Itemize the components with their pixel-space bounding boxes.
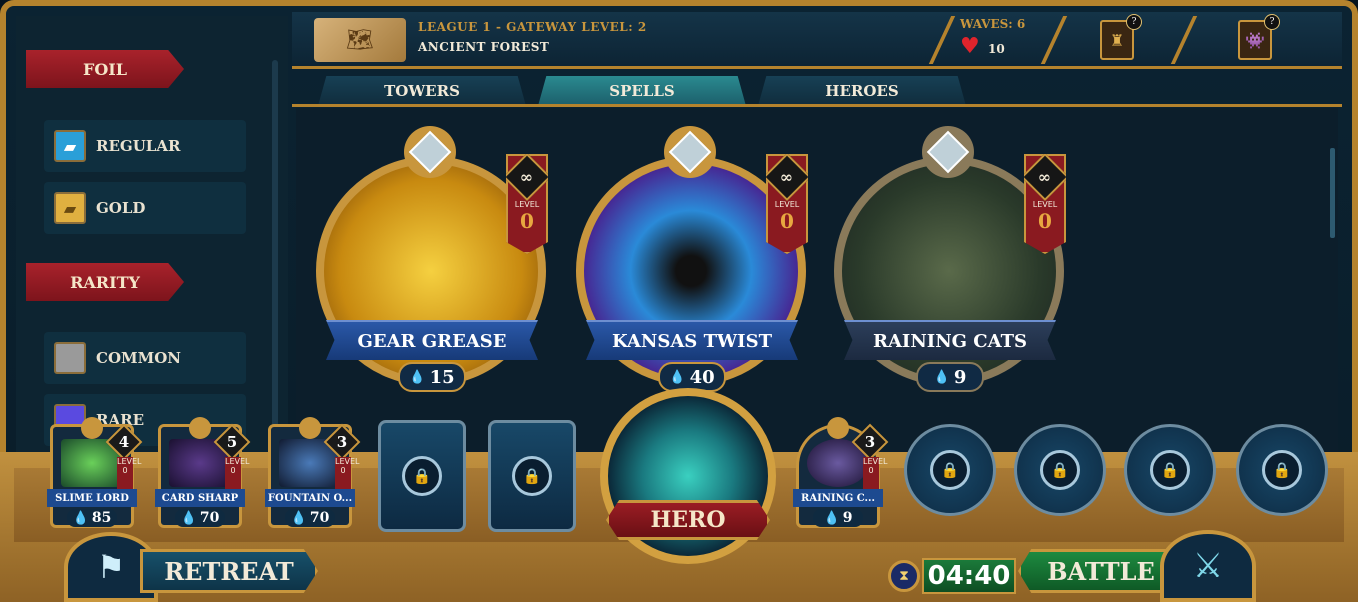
infinity-icon: ∞: [506, 154, 548, 202]
card-cost: 💧 70: [285, 509, 335, 527]
league-label: LEAGUE 1 - GATEWAY LEVEL: 2: [418, 20, 647, 34]
map-scroll-icon[interactable]: 🗺: [314, 18, 406, 62]
spell-cost: 💧 15: [398, 362, 466, 392]
lock-icon: 🔒: [402, 456, 442, 496]
help-badge-icon: ?: [1264, 14, 1280, 30]
level-badge: LEVEL 0: [225, 457, 250, 491]
level-badge: LEVEL 0: [863, 457, 888, 491]
level-badge: ∞ LEVEL 0: [1024, 154, 1066, 254]
level-badge: ∞ LEVEL 0: [766, 154, 808, 254]
locked-spell-slot[interactable]: 🔒: [1124, 424, 1216, 516]
filter-gold[interactable]: ▰ GOLD: [44, 182, 246, 234]
common-swatch-icon: [54, 342, 86, 374]
lock-icon: 🔒: [1262, 450, 1302, 490]
mana-drop-icon: 💧: [409, 369, 426, 385]
filter-regular-label: REGULAR: [96, 137, 181, 155]
deck-card-slime-lord[interactable]: 4 LEVEL 0 SLIME LORD 💧 85: [47, 417, 143, 528]
rarity-heading: RARITY: [26, 263, 184, 301]
card-cost: 💧 70: [175, 509, 225, 527]
diamond-gem-icon: [664, 126, 716, 178]
level-badge: ∞ LEVEL 0: [506, 154, 548, 254]
spell-name: GEAR GREASE: [326, 320, 538, 360]
filter-common[interactable]: COMMON: [44, 332, 246, 384]
infinity-icon: ∞: [766, 154, 808, 202]
tab-underline: [292, 104, 1342, 107]
card-name: FOUNTAIN O...: [265, 489, 355, 507]
lives-count: 10: [988, 42, 1005, 56]
level-badge: LEVEL 0: [117, 457, 142, 491]
tab-spells[interactable]: SPELLS: [538, 76, 746, 106]
gold-foil-icon: ▰: [54, 192, 86, 224]
enemy-info-button[interactable]: 👾?: [1238, 14, 1280, 60]
mana-drop-icon: 💧: [933, 369, 950, 385]
spell-name: RAINING CATS: [844, 320, 1056, 360]
header-divider: [1040, 16, 1068, 64]
lock-icon: 🔒: [1150, 450, 1190, 490]
spell-cost: 💧 9: [916, 362, 984, 392]
level-badge: LEVEL 0: [335, 457, 360, 491]
diamond-gem-icon: [189, 417, 211, 439]
level-header: 🗺 LEAGUE 1 - GATEWAY LEVEL: 2 ANCIENT FO…: [292, 12, 1342, 69]
diamond-gem-icon: [922, 126, 974, 178]
locked-slot[interactable]: 🔒: [378, 420, 466, 532]
countdown-timer: 04:40: [922, 558, 1016, 594]
hero-button[interactable]: HERO: [606, 500, 770, 540]
spell-name: KANSAS TWIST: [586, 320, 798, 360]
hourglass-icon: ⧗: [888, 560, 920, 592]
diamond-gem-icon: [827, 417, 849, 439]
heart-icon: ♥: [960, 34, 980, 59]
filter-common-label: COMMON: [96, 349, 181, 367]
card-name: CARD SHARP: [155, 489, 245, 507]
header-divider: [1170, 16, 1198, 64]
locked-spell-slot[interactable]: 🔒: [1236, 424, 1328, 516]
card-name: RAINING C...: [793, 489, 883, 507]
locked-slot[interactable]: 🔒: [488, 420, 576, 532]
deck-card-fountain[interactable]: 3 LEVEL 0 FOUNTAIN O... 💧 70: [265, 417, 361, 528]
lock-icon: 🔒: [930, 450, 970, 490]
filter-regular[interactable]: ▰ REGULAR: [44, 120, 246, 172]
card-name: SLIME LORD: [47, 489, 137, 507]
lock-icon: 🔒: [1040, 450, 1080, 490]
help-badge-icon: ?: [1126, 14, 1142, 30]
diamond-gem-icon: [404, 126, 456, 178]
location-label: ANCIENT FOREST: [418, 40, 550, 54]
spell-card-raining-cats[interactable]: ∞ LEVEL 0 RAINING CATS 💧 9: [830, 126, 1070, 396]
spell-grid-scrollbar[interactable]: [1330, 148, 1335, 238]
tower-info-button[interactable]: ♜?: [1100, 14, 1142, 60]
lock-icon: 🔒: [512, 456, 552, 496]
waves-label: WAVES: 6: [960, 17, 1026, 31]
deck-card-card-sharp[interactable]: 5 LEVEL 0 CARD SHARP 💧 70: [155, 417, 251, 528]
locked-spell-slot[interactable]: 🔒: [904, 424, 996, 516]
retreat-button[interactable]: RETREAT: [140, 549, 318, 593]
mana-drop-icon: 💧: [669, 369, 686, 385]
locked-spell-slot[interactable]: 🔒: [1014, 424, 1106, 516]
card-cost: 💧 85: [67, 509, 117, 527]
header-divider: [928, 16, 956, 64]
diamond-gem-icon: [299, 417, 321, 439]
spell-card-gear-grease[interactable]: ∞ LEVEL 0 GEAR GREASE 💧 15: [312, 126, 552, 396]
diamond-gem-icon: [81, 417, 103, 439]
foil-heading: FOIL: [26, 50, 184, 88]
filter-gold-label: GOLD: [96, 199, 146, 217]
crossed-swords-icon[interactable]: ⚔: [1160, 530, 1256, 602]
filter-sidebar: FOIL ▰ REGULAR ▰ GOLD RARITY COMMON RARE: [16, 16, 288, 456]
tab-heroes[interactable]: HEROES: [758, 76, 966, 106]
infinity-icon: ∞: [1024, 154, 1066, 202]
spell-card-kansas-twist[interactable]: ∞ LEVEL 0 KANSAS TWIST 💧 40: [572, 126, 812, 396]
regular-foil-icon: ▰: [54, 130, 86, 162]
deck-card-raining-cats[interactable]: 3 LEVEL 0 RAINING C... 💧 9: [793, 417, 889, 528]
sidebar-scrollbar[interactable]: [272, 60, 278, 440]
tab-towers[interactable]: TOWERS: [318, 76, 526, 106]
card-cost: 💧 9: [813, 509, 863, 527]
